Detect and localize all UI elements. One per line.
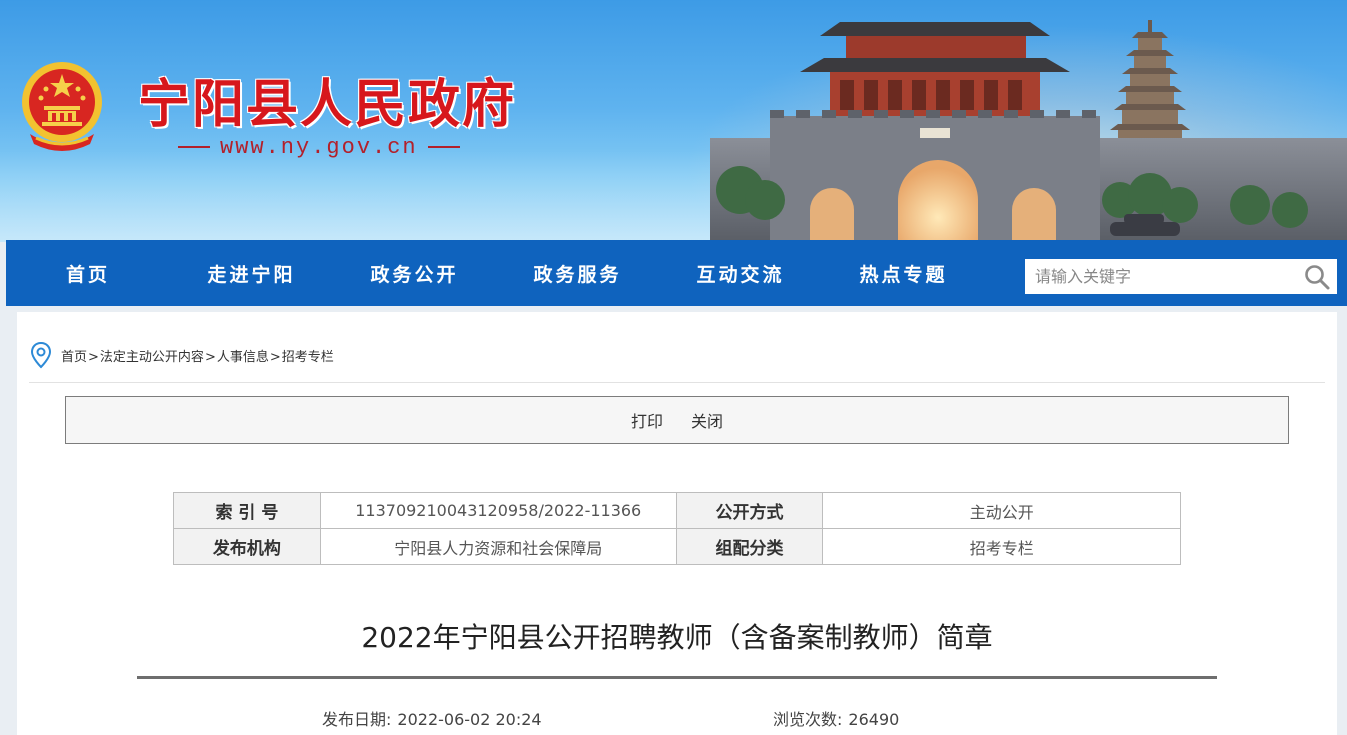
national-emblem-icon	[22, 62, 102, 151]
nav-item-about[interactable]: 走进宁阳	[170, 260, 333, 287]
publisher-label: 发布机构	[173, 528, 321, 565]
pagoda	[1110, 20, 1190, 152]
main-nav: 首页 走进宁阳 政务公开 政务服务 互动交流 热点专题	[6, 240, 1347, 306]
nav-item-services[interactable]: 政务服务	[496, 260, 659, 287]
nav-item-topics[interactable]: 热点专题	[822, 260, 985, 287]
gate-tower	[800, 22, 1070, 116]
nav-item-gov-affairs[interactable]: 政务公开	[333, 260, 496, 287]
category-value: 招考专栏	[822, 528, 1181, 565]
title-divider	[137, 676, 1217, 679]
breadcrumb: 首页>法定主动公开内容>人事信息>招考专栏	[61, 346, 334, 365]
category-label: 组配分类	[675, 528, 824, 565]
publish-date-value: 2022-06-02 20:24	[397, 710, 542, 729]
disclosure-method-value: 主动公开	[822, 492, 1181, 529]
index-number-label: 索 引 号	[173, 492, 321, 529]
print-button[interactable]: 打印	[631, 408, 663, 432]
breadcrumb-home[interactable]: 首页	[61, 350, 87, 365]
document-meta-table: 索 引 号 113709210043120958/2022-11366 公开方式…	[173, 492, 1181, 565]
banner-clouds	[0, 150, 760, 242]
breadcrumb-recruitment[interactable]: 招考专栏	[282, 350, 334, 365]
breadcrumb-separator: >	[88, 349, 99, 365]
publisher-value: 宁阳县人力资源和社会保障局	[319, 528, 677, 565]
close-button[interactable]: 关闭	[691, 408, 723, 432]
table-row: 发布机构 宁阳县人力资源和社会保障局 组配分类 招考专栏	[173, 528, 1181, 565]
breadcrumb-row: 首页>法定主动公开内容>人事信息>招考专栏	[29, 340, 334, 370]
disclosure-method-label: 公开方式	[675, 492, 824, 529]
breadcrumb-separator: >	[269, 349, 281, 365]
search-box	[1025, 259, 1337, 294]
search-icon[interactable]	[1303, 263, 1331, 291]
header-banner: 宁阳县人民政府 www.ny.gov.cn	[0, 0, 1347, 242]
nav-item-interaction[interactable]: 互动交流	[659, 260, 822, 287]
nav-item-home[interactable]: 首页	[6, 260, 170, 287]
view-count-value: 26490	[848, 710, 900, 729]
publish-date-label: 发布日期:	[322, 710, 392, 729]
breadcrumb-public-content[interactable]: 法定主动公开内容	[100, 350, 204, 365]
breadcrumb-separator: >	[204, 349, 216, 365]
city-gate-scenery	[710, 20, 1347, 242]
view-count-label: 浏览次数:	[773, 710, 843, 729]
publish-date-info: 发布日期: 2022-06-02 20:24	[322, 706, 542, 730]
breadcrumb-divider	[29, 382, 1325, 383]
view-count-info: 浏览次数: 26490	[773, 706, 899, 730]
site-title: 宁阳县人民政府	[138, 74, 517, 135]
breadcrumb-personnel-info[interactable]: 人事信息	[217, 350, 269, 365]
table-row: 索 引 号 113709210043120958/2022-11366 公开方式…	[173, 492, 1181, 529]
index-number-value: 113709210043120958/2022-11366	[319, 492, 677, 529]
location-pin-icon	[30, 341, 52, 369]
content-panel: 首页>法定主动公开内容>人事信息>招考专栏 打印 关闭 索 引 号 113709…	[17, 312, 1337, 735]
url-divider-left	[178, 146, 210, 148]
search-input[interactable]	[1025, 260, 1293, 293]
site-url-row: www.ny.gov.cn	[178, 132, 460, 162]
site-url: www.ny.gov.cn	[220, 134, 418, 160]
article-toolbar: 打印 关闭	[65, 396, 1289, 444]
url-divider-right	[427, 146, 460, 148]
article-title: 2022年宁阳县公开招聘教师（含备案制教师）简章	[361, 621, 993, 654]
